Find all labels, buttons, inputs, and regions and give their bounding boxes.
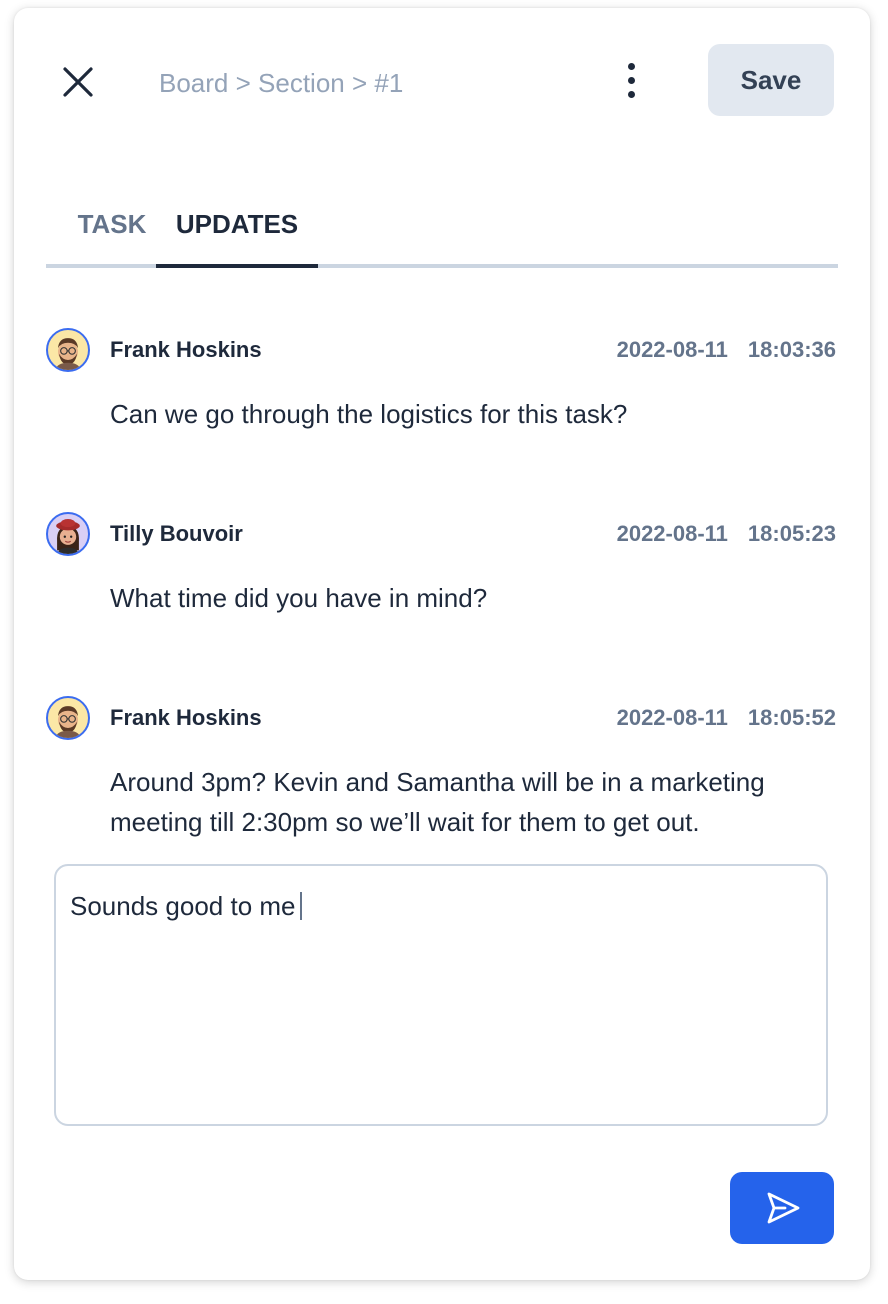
update-author: Tilly Bouvoir (110, 521, 243, 546)
update-timestamp: 2022-08-11 18:05:52 (617, 705, 836, 731)
more-vertical-icon (628, 63, 635, 70)
update-timestamp: 2022-08-11 18:05:23 (617, 521, 836, 547)
text-caret (299, 892, 302, 920)
update-time: 18:05:52 (747, 705, 836, 730)
tab-updates[interactable]: UPDATES (156, 208, 318, 268)
update-author: Frank Hoskins (110, 705, 262, 730)
composer-value: Sounds good to me (70, 891, 296, 921)
update-time: 18:05:23 (747, 521, 836, 546)
update-time: 18:03:36 (747, 337, 836, 362)
update-message: Can we go through the logistics for this… (110, 399, 628, 429)
tab-bar: TASK UPDATES (46, 196, 838, 268)
frank-avatar (46, 696, 90, 740)
tilly-avatar (46, 512, 90, 556)
frank-avatar (46, 328, 90, 372)
send-button[interactable] (730, 1172, 834, 1244)
tab-task[interactable]: TASK (66, 208, 158, 264)
update-message: Around 3pm? Kevin and Samantha will be i… (110, 767, 765, 837)
close-button[interactable] (60, 64, 96, 100)
update-date: 2022-08-11 (616, 705, 728, 730)
update-timestamp: 2022-08-11 18:03:36 (617, 337, 836, 363)
update-author: Frank Hoskins (110, 337, 262, 362)
update-message: What time did you have in mind? (110, 583, 488, 613)
update-composer-input[interactable]: Sounds good to me (54, 864, 828, 1126)
save-button[interactable]: Save (708, 44, 834, 116)
breadcrumb: Board > Section > #1 (159, 68, 404, 98)
update-date: 2022-08-11 (616, 521, 728, 546)
update-date: 2022-08-11 (616, 337, 728, 362)
more-options-button[interactable] (622, 58, 642, 106)
update-panel: Board > Section > #1 Save TASK UPDATES F… (14, 8, 870, 1280)
send-icon (767, 1192, 800, 1224)
close-icon (63, 67, 93, 97)
